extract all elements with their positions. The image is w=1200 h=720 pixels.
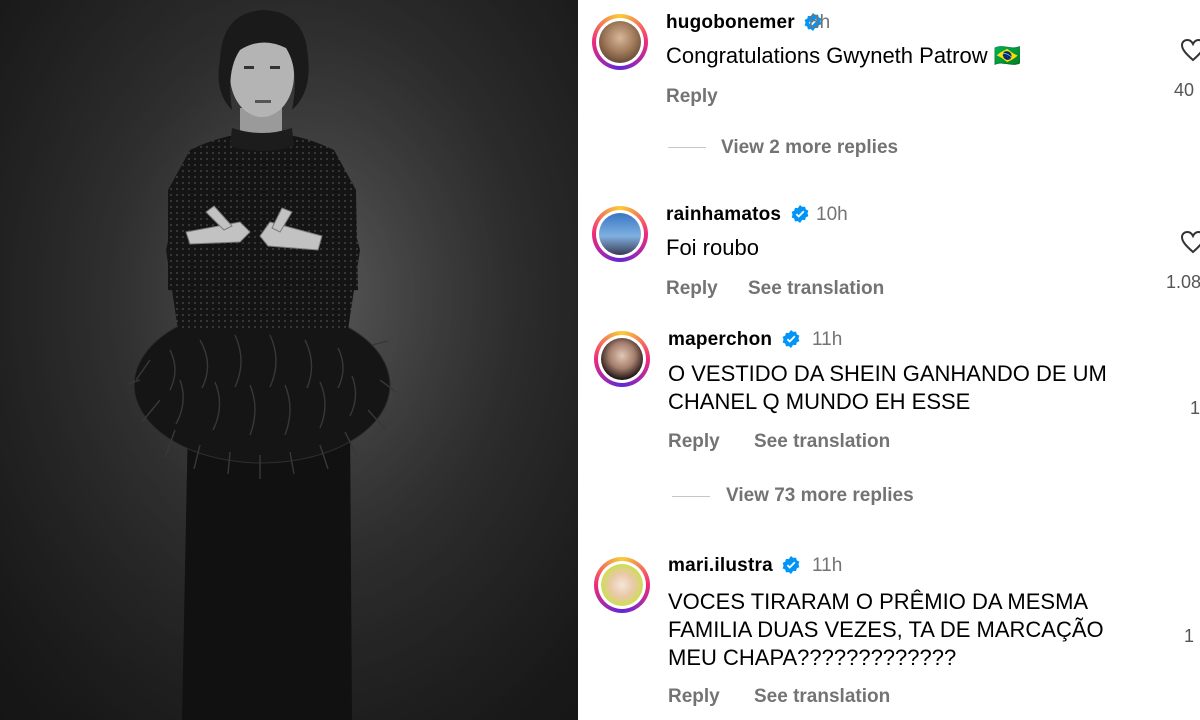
- more-replies-line: [668, 147, 706, 148]
- comment-text-line: O VESTIDO DA SHEIN GANHANDO DE UM: [668, 361, 1107, 386]
- avatar[interactable]: [594, 557, 650, 613]
- verified-badge-icon: [791, 205, 809, 223]
- username-text[interactable]: rainhamatos: [666, 204, 781, 225]
- heart-icon[interactable]: [1180, 230, 1200, 254]
- comment-time: 11h: [812, 555, 843, 576]
- comment-username[interactable]: maperchon: [668, 329, 800, 351]
- reply-button[interactable]: Reply: [668, 686, 720, 708]
- reply-button[interactable]: Reply: [666, 278, 718, 300]
- comment-text-line: MEU CHAPA?????????????: [668, 645, 957, 670]
- heart-icon[interactable]: [1180, 38, 1200, 62]
- avatar[interactable]: [592, 14, 648, 70]
- avatar[interactable]: [594, 331, 650, 387]
- comment-text: Congratulations Gwyneth Patrow 🇧🇷: [666, 42, 1021, 70]
- comment-time: 10h: [816, 204, 848, 225]
- more-replies-line: [672, 496, 710, 497]
- username-text[interactable]: mari.ilustra: [668, 555, 773, 576]
- portrait-illustration: [0, 0, 578, 720]
- comment-text-content: Congratulations Gwyneth Patrow: [666, 43, 988, 68]
- like-count: 1.08: [1166, 272, 1200, 292]
- verified-badge-icon: [782, 556, 800, 574]
- comment-time: 11h: [812, 329, 843, 350]
- brazil-flag-icon: 🇧🇷: [993, 43, 1022, 68]
- like-count: 1: [1190, 398, 1200, 418]
- comment-text-line: CHANEL Q MUNDO EH ESSE: [668, 389, 971, 414]
- view-more-replies-button[interactable]: View 73 more replies: [726, 485, 914, 507]
- comment-text-line: VOCES TIRARAM O PRÊMIO DA MESMA: [668, 589, 1089, 614]
- comment-time: 8h: [809, 12, 831, 33]
- username-text[interactable]: maperchon: [668, 329, 772, 350]
- comments-panel: hugobonemer 8h Congratulations Gwyneth P…: [578, 0, 1200, 720]
- username-text[interactable]: hugobonemer: [666, 12, 795, 33]
- see-translation-button[interactable]: See translation: [754, 686, 890, 708]
- comment-text-line: FAMILIA DUAS VEZES, TA DE MARCAÇÃO: [668, 617, 1104, 642]
- avatar[interactable]: [592, 206, 648, 262]
- comment-text: Foi roubo: [666, 235, 759, 260]
- comment-username[interactable]: hugobonemer: [666, 12, 822, 34]
- portrait-photo: [0, 0, 578, 720]
- see-translation-button[interactable]: See translation: [748, 278, 884, 300]
- reply-button[interactable]: Reply: [666, 86, 718, 108]
- see-translation-button[interactable]: See translation: [754, 431, 890, 453]
- comment-username[interactable]: mari.ilustra: [668, 555, 800, 577]
- reply-button[interactable]: Reply: [668, 431, 720, 453]
- like-count: 40: [1174, 80, 1195, 100]
- verified-badge-icon: [782, 330, 800, 348]
- like-count: 1: [1184, 626, 1195, 646]
- comment-username[interactable]: rainhamatos: [666, 204, 809, 226]
- view-more-replies-button[interactable]: View 2 more replies: [721, 137, 898, 159]
